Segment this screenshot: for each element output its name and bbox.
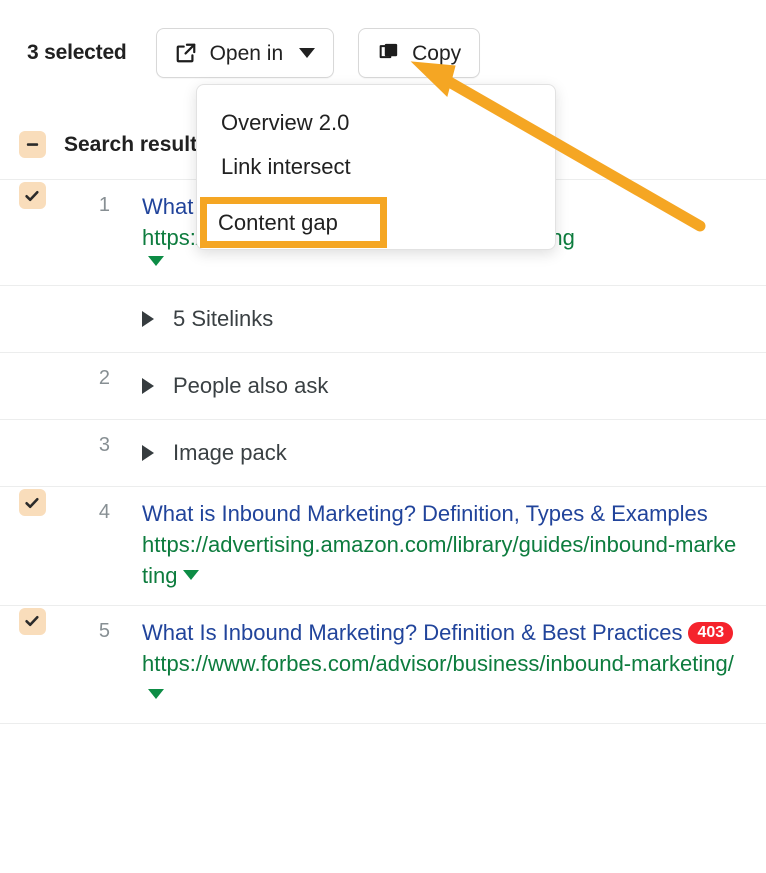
check-icon <box>25 190 39 201</box>
copy-icon <box>377 42 399 64</box>
triangle-right-icon[interactable] <box>142 445 154 462</box>
row-checkbox-cell <box>0 353 64 355</box>
row-checkbox-cell <box>0 487 64 517</box>
row-checkbox[interactable] <box>18 489 46 517</box>
feature-label: 5 Sitelinks <box>173 306 274 332</box>
menu-item-overview[interactable]: Overview 2.0 <box>197 101 555 145</box>
chevron-down-icon <box>299 48 316 58</box>
people-also-ask-feature: People also ask <box>110 353 766 419</box>
external-link-icon <box>175 42 197 64</box>
table-row[interactable]: 5 What Is Inbound Marketing? Definition … <box>0 606 766 724</box>
row-checkbox-cell <box>0 286 64 288</box>
menu-item-link-intersect[interactable]: Link intersect <box>197 145 555 189</box>
sitelinks-feature: 5 Sitelinks <box>110 286 766 352</box>
result-title-link[interactable]: What is Inbound Marketing? Definition, T… <box>142 499 738 529</box>
table-row[interactable]: 4 What is Inbound Marketing? Definition,… <box>0 487 766 606</box>
result-title-text: What Is Inbound Marketing? Definition & … <box>142 619 683 645</box>
result-content: What Is Inbound Marketing? Definition & … <box>110 606 766 723</box>
url-expand-caret-icon[interactable] <box>148 255 164 266</box>
results-header-title: Search results <box>64 132 209 156</box>
image-pack-feature: Image pack <box>110 420 766 486</box>
open-in-label: Open in <box>209 41 284 65</box>
rank-number: 1 <box>98 194 110 216</box>
copy-label: Copy <box>412 41 462 65</box>
highlighted-menu-item-label[interactable]: Content gap <box>218 210 338 236</box>
feature-label: Image pack <box>173 440 287 466</box>
content-gap-highlight: Content gap <box>200 197 387 248</box>
feature-label: People also ask <box>173 373 329 399</box>
row-checkbox-cell <box>0 180 64 209</box>
table-row[interactable]: 3 Image pack <box>0 420 766 488</box>
triangle-right-icon[interactable] <box>142 311 154 328</box>
table-row[interactable]: 2 People also ask <box>0 353 766 421</box>
result-url[interactable]: https://advertising.amazon.com/library/g… <box>142 530 738 590</box>
check-icon <box>25 497 39 508</box>
minus-icon <box>26 143 38 146</box>
header-checkbox-cell <box>0 131 64 158</box>
selected-count-label: 3 selected <box>27 41 127 64</box>
rank-number: 2 <box>98 367 110 390</box>
rank-number: 5 <box>98 619 110 642</box>
copy-button[interactable]: Copy <box>358 28 481 78</box>
result-title-link[interactable]: What Is Inbound Marketing? Definition & … <box>142 618 738 648</box>
result-content: What is Inbound Marketing? Definition, T… <box>110 487 766 604</box>
rank-number: 4 <box>98 501 110 524</box>
selection-toolbar: 3 selected Open in Copy <box>0 26 766 80</box>
triangle-right-icon[interactable] <box>142 378 154 395</box>
status-badge: 403 <box>688 621 734 645</box>
table-row[interactable]: 5 Sitelinks <box>0 286 766 354</box>
result-url[interactable]: https://www.forbes.com/advisor/business/… <box>142 649 738 709</box>
check-icon <box>25 616 39 627</box>
url-expand-caret-icon[interactable] <box>183 570 200 581</box>
row-checkbox[interactable] <box>18 607 46 635</box>
row-checkbox[interactable] <box>18 182 46 209</box>
result-url-text: https://www.forbes.com/advisor/business/… <box>142 650 734 676</box>
select-all-checkbox[interactable] <box>18 131 46 158</box>
url-expand-caret-icon[interactable] <box>148 688 164 699</box>
row-checkbox-cell <box>0 420 64 422</box>
rank-number: 3 <box>98 434 110 457</box>
result-url-text: https://advertising.amazon.com/library/g… <box>142 532 737 588</box>
open-in-button[interactable]: Open in <box>155 28 335 78</box>
row-checkbox-cell <box>0 606 64 635</box>
